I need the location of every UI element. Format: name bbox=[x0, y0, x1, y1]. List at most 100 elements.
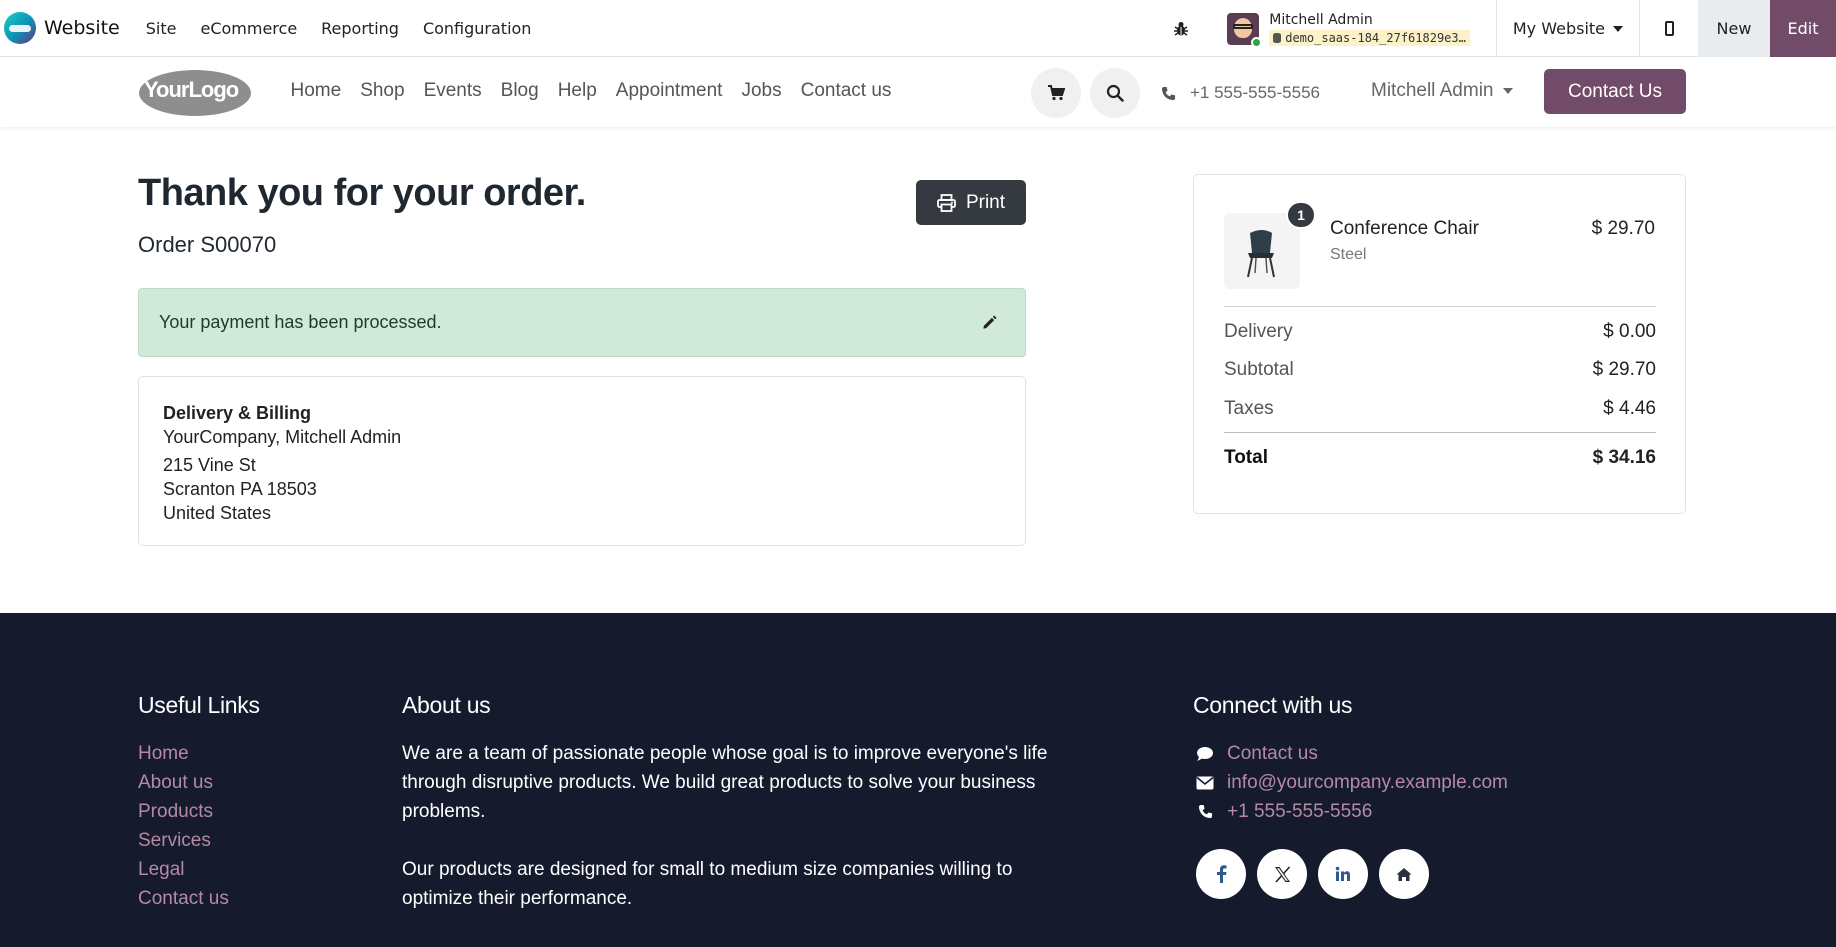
about-us-title: About us bbox=[402, 692, 491, 718]
subtotal-row: Subtotal $ 29.70 bbox=[1224, 359, 1656, 381]
print-button[interactable]: Print bbox=[916, 180, 1026, 225]
header-phone-number: +1 555-555-5556 bbox=[1190, 83, 1320, 102]
total-row: Total $ 34.16 bbox=[1224, 447, 1656, 469]
product-name[interactable]: Conference Chair bbox=[1330, 218, 1479, 240]
address-card: Delivery & Billing YourCompany, Mitchell… bbox=[138, 376, 1026, 546]
debug-icon[interactable] bbox=[1161, 0, 1201, 57]
database-badge: demo_saas-184_27f61829e3… bbox=[1269, 29, 1470, 46]
nav-contact-us[interactable]: Contact us bbox=[791, 80, 901, 102]
footer-link-legal[interactable]: Legal bbox=[138, 855, 229, 884]
pencil-icon[interactable] bbox=[982, 315, 997, 330]
app-switcher[interactable]: Website bbox=[4, 0, 120, 57]
quantity-badge: 1 bbox=[1286, 201, 1316, 229]
site-nav: Home Shop Events Blog Help Appointment J… bbox=[281, 80, 901, 102]
user-menu[interactable]: Mitchell Admin demo_saas-184_27f61829e3… bbox=[1227, 0, 1497, 57]
nav-help[interactable]: Help bbox=[548, 80, 606, 102]
nav-shop[interactable]: Shop bbox=[351, 80, 414, 102]
search-icon bbox=[1106, 84, 1124, 102]
cart-icon bbox=[1048, 85, 1065, 101]
footer-link-about-us[interactable]: About us bbox=[138, 768, 229, 797]
product-image[interactable] bbox=[1224, 213, 1300, 289]
total-value: $ 34.16 bbox=[1592, 447, 1656, 468]
search-button[interactable] bbox=[1090, 68, 1140, 118]
header-user-menu[interactable]: Mitchell Admin bbox=[1371, 80, 1513, 102]
online-status-icon bbox=[1251, 36, 1263, 48]
header-user-name: Mitchell Admin bbox=[1371, 80, 1494, 101]
nav-events[interactable]: Events bbox=[414, 80, 491, 102]
phone-icon bbox=[1198, 804, 1212, 819]
address-city: Scranton PA 18503 bbox=[163, 479, 317, 499]
website-selector-label: My Website bbox=[1512, 19, 1605, 38]
subtotal-label: Subtotal bbox=[1224, 359, 1294, 380]
footer-email: info@yourcompany.example.com bbox=[1227, 771, 1508, 793]
admin-menu: Site eCommerce Reporting Configuration bbox=[134, 19, 544, 38]
chevron-down-icon bbox=[1502, 88, 1513, 94]
taxes-label: Taxes bbox=[1224, 398, 1274, 419]
connect-list: Contact us info@yourcompany.example.com … bbox=[1193, 739, 1508, 826]
admin-menu-reporting[interactable]: Reporting bbox=[309, 19, 411, 38]
connect-title: Connect with us bbox=[1193, 692, 1353, 718]
divider bbox=[1224, 306, 1656, 307]
new-button[interactable]: New bbox=[1698, 0, 1770, 57]
footer-contact-label: Contact us bbox=[1227, 742, 1318, 764]
mobile-icon bbox=[1664, 21, 1674, 36]
nav-appointment[interactable]: Appointment bbox=[606, 80, 732, 102]
header-phone[interactable]: +1 555-555-5556 bbox=[1161, 83, 1320, 103]
linkedin-icon[interactable] bbox=[1318, 849, 1368, 899]
address-street: 215 Vine St bbox=[163, 455, 256, 475]
contact-us-button[interactable]: Contact Us bbox=[1544, 69, 1686, 114]
useful-links-title: Useful Links bbox=[138, 692, 260, 718]
footer-link-products[interactable]: Products bbox=[138, 797, 229, 826]
nav-home[interactable]: Home bbox=[281, 80, 351, 102]
footer-link-home[interactable]: Home bbox=[138, 739, 229, 768]
site-footer: Useful Links Home About us Products Serv… bbox=[0, 613, 1836, 947]
home-icon[interactable] bbox=[1379, 849, 1429, 899]
facebook-icon[interactable] bbox=[1196, 849, 1246, 899]
total-label: Total bbox=[1224, 447, 1268, 468]
delivery-value: $ 0.00 bbox=[1603, 321, 1656, 342]
nav-jobs[interactable]: Jobs bbox=[732, 80, 791, 102]
about-paragraph: We are a team of passionate people whose… bbox=[402, 743, 1048, 822]
subtotal-value: $ 29.70 bbox=[1592, 359, 1656, 380]
order-summary-card: 1 Conference Chair Steel $ 29.70 Deliver… bbox=[1193, 174, 1686, 514]
site-header: YourLogo Home Shop Events Blog Help Appo… bbox=[0, 57, 1836, 127]
x-icon[interactable] bbox=[1257, 849, 1307, 899]
product-variant: Steel bbox=[1330, 246, 1367, 263]
site-logo-text: YourLogo bbox=[144, 77, 239, 102]
order-number: Order S00070 bbox=[138, 232, 277, 257]
footer-phone: +1 555-555-5556 bbox=[1227, 800, 1373, 822]
mobile-preview-button[interactable] bbox=[1640, 0, 1698, 57]
delivery-label: Delivery bbox=[1224, 321, 1293, 342]
address-name: YourCompany, Mitchell Admin bbox=[163, 427, 402, 447]
print-label: Print bbox=[965, 191, 1006, 213]
product-price: $ 29.70 bbox=[1591, 218, 1655, 239]
page-title: Thank you for your order. bbox=[138, 172, 586, 214]
delivery-row: Delivery $ 0.00 bbox=[1224, 321, 1656, 343]
useful-links-list: Home About us Products Services Legal Co… bbox=[138, 739, 229, 913]
footer-phone-link[interactable]: +1 555-555-5556 bbox=[1193, 797, 1508, 826]
taxes-row: Taxes $ 4.46 bbox=[1224, 398, 1656, 420]
divider bbox=[1224, 432, 1656, 433]
cart-button[interactable] bbox=[1031, 68, 1081, 118]
app-name: Website bbox=[44, 17, 120, 39]
footer-email-link[interactable]: info@yourcompany.example.com bbox=[1193, 768, 1508, 797]
admin-menu-site[interactable]: Site bbox=[134, 19, 189, 38]
social-links bbox=[1196, 849, 1440, 899]
taxes-value: $ 4.46 bbox=[1603, 398, 1656, 419]
site-logo[interactable]: YourLogo bbox=[138, 69, 252, 117]
edit-button[interactable]: Edit bbox=[1770, 0, 1836, 57]
footer-link-contact-us[interactable]: Contact us bbox=[138, 884, 229, 913]
footer-link-services[interactable]: Services bbox=[138, 826, 229, 855]
odoo-logo-icon bbox=[4, 12, 36, 44]
website-selector[interactable]: My Website bbox=[1497, 0, 1640, 57]
payment-message: Your payment has been processed. bbox=[159, 312, 442, 332]
phone-icon bbox=[1161, 86, 1176, 100]
admin-menu-configuration[interactable]: Configuration bbox=[411, 19, 544, 38]
admin-menu-ecommerce[interactable]: eCommerce bbox=[188, 19, 309, 38]
about-us-text: We are a team of passionate people whose… bbox=[402, 739, 1052, 913]
nav-blog[interactable]: Blog bbox=[491, 80, 548, 102]
footer-contact-link[interactable]: Contact us bbox=[1193, 739, 1508, 768]
address-title: Delivery & Billing bbox=[163, 403, 312, 423]
chair-icon bbox=[1247, 230, 1275, 278]
admin-bar: Website Site eCommerce Reporting Configu… bbox=[0, 0, 1836, 57]
